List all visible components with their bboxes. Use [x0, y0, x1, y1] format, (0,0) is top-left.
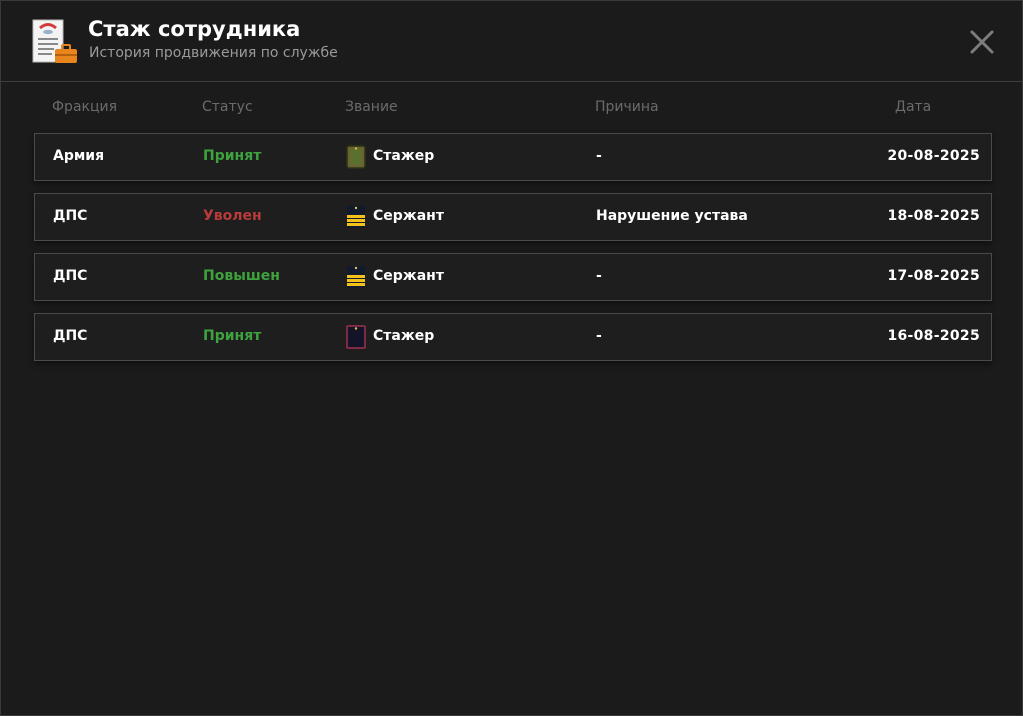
- table-row: ДПС Повышен Сержант - 17-08-2025: [34, 253, 992, 301]
- window-header: Стаж сотрудника История продвижения по с…: [1, 1, 1022, 82]
- row-reason: -: [596, 148, 602, 164]
- row-rank: Стажер: [373, 148, 435, 164]
- row-status: Принят: [203, 328, 262, 344]
- close-icon[interactable]: [967, 27, 997, 57]
- row-status: Уволен: [203, 208, 262, 224]
- sergeant-insignia-icon: [347, 266, 365, 288]
- table-row: ДПС Принят Стажер - 16-08-2025: [34, 313, 992, 361]
- column-header-status: Статус: [202, 99, 253, 115]
- column-header-date: Дата: [895, 99, 932, 115]
- army-trainee-insignia-icon: [346, 145, 366, 169]
- row-date: 17-08-2025: [887, 268, 980, 284]
- trainee-insignia-icon: [346, 325, 366, 349]
- table-row: ДПС Уволен Сержант Нарушение устава 18-0…: [34, 193, 992, 241]
- column-header-reason: Причина: [595, 99, 659, 115]
- row-reason: Нарушение устава: [596, 208, 748, 224]
- row-rank: Сержант: [373, 208, 444, 224]
- column-header-rank: Звание: [345, 99, 398, 115]
- sergeant-insignia-icon: [347, 206, 365, 228]
- row-faction: ДПС: [53, 268, 88, 284]
- document-briefcase-icon: [32, 19, 77, 63]
- row-reason: -: [596, 268, 602, 284]
- seniority-window: Стаж сотрудника История продвижения по с…: [0, 0, 1023, 716]
- row-faction: Армия: [53, 148, 105, 164]
- row-rank: Сержант: [373, 268, 444, 284]
- row-date: 20-08-2025: [887, 148, 980, 164]
- row-status: Принят: [203, 148, 262, 164]
- row-reason: -: [596, 328, 602, 344]
- row-date: 16-08-2025: [887, 328, 980, 344]
- column-header-faction: Фракция: [52, 99, 118, 115]
- page-subtitle: История продвижения по службе: [89, 45, 338, 61]
- row-date: 18-08-2025: [887, 208, 980, 224]
- row-faction: ДПС: [53, 328, 88, 344]
- row-faction: ДПС: [53, 208, 88, 224]
- row-status: Повышен: [203, 268, 280, 284]
- table-row: Армия Принят Стажер - 20-08-2025: [34, 133, 992, 181]
- row-rank: Стажер: [373, 328, 435, 344]
- page-title: Стаж сотрудника: [88, 17, 301, 41]
